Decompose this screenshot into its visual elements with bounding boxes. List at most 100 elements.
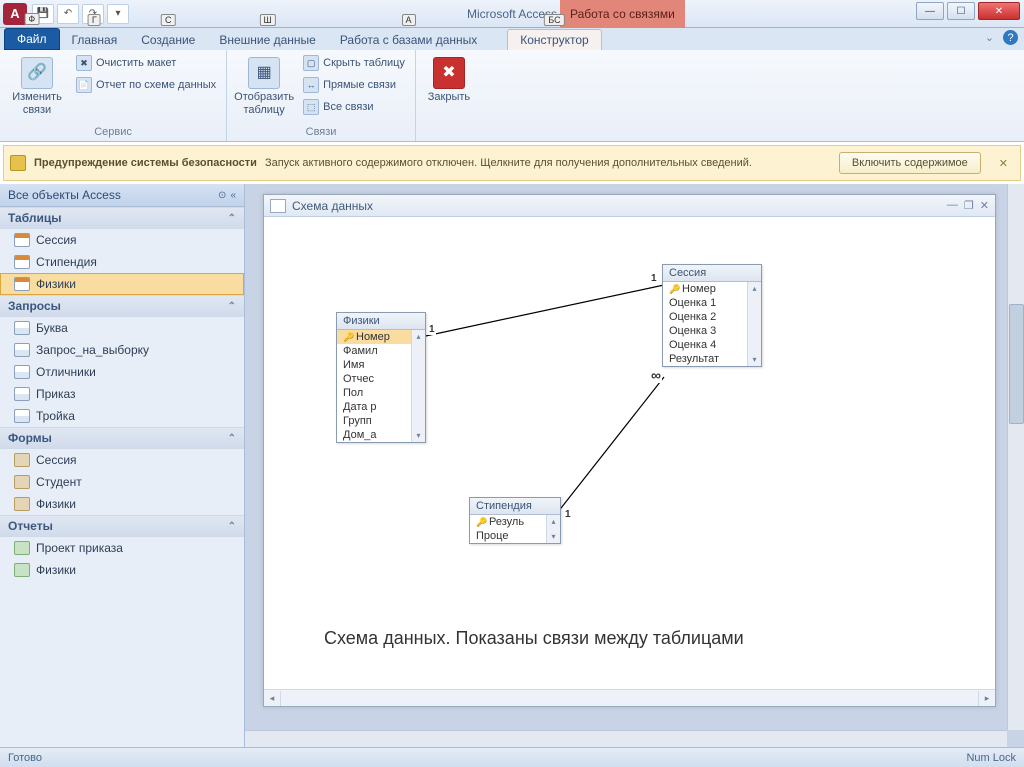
table-scrollbar[interactable]: ▴▾ <box>411 330 425 442</box>
document-title-bar[interactable]: Схема данных — ❐ ✕ <box>264 195 995 217</box>
show-table-icon: ▦ <box>248 57 280 89</box>
shield-icon <box>10 155 26 171</box>
nav-pane-header[interactable]: Все объекты Access ⊙« <box>0 184 244 207</box>
ribbon-group-close: ✖ Закрыть <box>416 50 482 141</box>
nav-item-form[interactable]: Студент <box>0 471 244 493</box>
report-icon: 📄 <box>76 77 92 93</box>
doc-restore-button[interactable]: ❐ <box>964 199 974 212</box>
qat-undo[interactable]: ↶ <box>57 4 79 24</box>
tab-file[interactable]: ФФайл <box>4 28 60 50</box>
table-icon <box>14 277 30 291</box>
show-table-button[interactable]: ▦ Отобразить таблицу <box>233 53 295 120</box>
ribbon-group-tools: 🔗 Изменить связи ✖Очистить макет 📄Отчет … <box>0 50 227 141</box>
ribbon-tabs: ФФайл ГГлавная ССоздание ШВнешние данные… <box>0 28 1024 50</box>
tab-create[interactable]: ССоздание <box>129 30 207 50</box>
nav-item-table[interactable]: Стипендия <box>0 251 244 273</box>
nav-item-query[interactable]: Запрос_на_выборку <box>0 339 244 361</box>
mdi-h-scrollbar[interactable] <box>245 730 1007 747</box>
clear-layout-icon: ✖ <box>76 55 92 71</box>
tab-external[interactable]: ШВнешние данные <box>207 30 328 50</box>
relationships-canvas[interactable]: Физики Номер Фамил Имя Отчес Пол Дата р … <box>264 217 995 689</box>
query-icon <box>14 321 30 335</box>
tab-dbtools[interactable]: АРабота с базами данных <box>328 30 489 50</box>
table-box-fiziki[interactable]: Физики Номер Фамил Имя Отчес Пол Дата р … <box>336 312 426 443</box>
table-box-session[interactable]: Сессия Номер Оценка 1 Оценка 2 Оценка 3 … <box>662 264 762 367</box>
hide-table-button[interactable]: ▢Скрыть таблицу <box>299 53 409 73</box>
nav-section-forms[interactable]: Формы⌃ <box>0 427 244 449</box>
all-relationships-button[interactable]: ⬚Все связи <box>299 97 409 117</box>
security-heading: Предупреждение системы безопасности <box>34 157 257 169</box>
edit-relationships-icon: 🔗 <box>21 57 53 89</box>
scrollbar-thumb[interactable] <box>1009 304 1024 424</box>
close-designer-button[interactable]: ✖ Закрыть <box>422 53 476 108</box>
relationship-label-one: 1 <box>428 324 436 335</box>
query-icon <box>14 387 30 401</box>
nav-item-form[interactable]: Сессия <box>0 449 244 471</box>
nav-item-table[interactable]: Сессия <box>0 229 244 251</box>
navigation-pane: Все объекты Access ⊙« Таблицы⌃ Сессия Ст… <box>0 184 245 747</box>
close-button[interactable]: ✕ <box>978 2 1020 20</box>
nav-section-reports[interactable]: Отчеты⌃ <box>0 515 244 537</box>
status-text: Готово <box>8 752 42 764</box>
scroll-left-icon[interactable]: ◂ <box>264 691 281 706</box>
clear-layout-button[interactable]: ✖Очистить макет <box>72 53 220 73</box>
edit-relationships-button[interactable]: 🔗 Изменить связи <box>6 53 68 120</box>
direct-relationships-button[interactable]: ↔Прямые связи <box>299 75 409 95</box>
report-icon <box>14 563 30 577</box>
ribbon-group-relationships: ▦ Отобразить таблицу ▢Скрыть таблицу ↔Пр… <box>227 50 416 141</box>
relationship-label-one: 1 <box>564 509 572 520</box>
relationship-label-one: 1 <box>650 273 658 284</box>
relationships-icon <box>270 199 286 213</box>
scroll-right-icon[interactable]: ▸ <box>978 691 995 706</box>
nav-item-table[interactable]: Физики <box>0 273 244 295</box>
relationship-lines <box>264 217 995 689</box>
nav-section-queries[interactable]: Запросы⌃ <box>0 295 244 317</box>
nav-item-query[interactable]: Приказ <box>0 383 244 405</box>
report-icon <box>14 541 30 555</box>
nav-item-report[interactable]: Физики <box>0 559 244 581</box>
doc-minimize-button[interactable]: — <box>947 199 958 212</box>
nav-item-form[interactable]: Физики <box>0 493 244 515</box>
nav-item-query[interactable]: Тройка <box>0 405 244 427</box>
table-scrollbar[interactable]: ▴▾ <box>747 282 761 366</box>
query-icon <box>14 365 30 379</box>
tab-designer[interactable]: БСКонструктор <box>507 29 601 50</box>
nav-section-tables[interactable]: Таблицы⌃ <box>0 207 244 229</box>
contextual-tab-title: Работа со связями <box>560 0 685 28</box>
help-icon[interactable]: ? <box>1003 30 1018 45</box>
query-icon <box>14 409 30 423</box>
workspace: Все объекты Access ⊙« Таблицы⌃ Сессия Ст… <box>0 184 1024 747</box>
ribbon-minimize-icon[interactable]: ⌄ <box>982 30 997 45</box>
chevron-up-icon: ⌃ <box>228 301 236 312</box>
chevron-up-icon: ⌃ <box>228 521 236 532</box>
qat-customize[interactable]: ▾ <box>107 4 129 24</box>
direct-rel-icon: ↔ <box>303 77 319 93</box>
tab-home[interactable]: ГГлавная <box>60 30 130 50</box>
table-scrollbar[interactable]: ▴▾ <box>546 515 560 543</box>
status-numlock: Num Lock <box>966 752 1016 764</box>
maximize-button[interactable]: ☐ <box>947 2 975 20</box>
nav-item-query[interactable]: Буква <box>0 317 244 339</box>
security-close-button[interactable]: ✕ <box>993 157 1014 170</box>
nav-collapse-icon[interactable]: « <box>230 190 236 201</box>
nav-item-query[interactable]: Отличники <box>0 361 244 383</box>
title-bar: A 💾 ↶ ↷ ▾ Microsoft Access Работа со свя… <box>0 0 1024 28</box>
query-icon <box>14 343 30 357</box>
chevron-up-icon: ⌃ <box>228 433 236 444</box>
relationship-label-infinity: ∞ <box>650 367 662 383</box>
mdi-v-scrollbar[interactable] <box>1007 184 1024 730</box>
enable-content-button[interactable]: Включить содержимое <box>839 152 981 174</box>
nav-item-report[interactable]: Проект приказа <box>0 537 244 559</box>
security-warning-bar: Предупреждение системы безопасности Запу… <box>3 145 1021 181</box>
hide-table-icon: ▢ <box>303 55 319 71</box>
table-icon <box>14 255 30 269</box>
relationship-report-button[interactable]: 📄Отчет по схеме данных <box>72 75 220 95</box>
minimize-button[interactable]: — <box>916 2 944 20</box>
doc-close-button[interactable]: ✕ <box>980 199 989 212</box>
document-h-scrollbar[interactable]: ◂ ▸ <box>264 689 995 706</box>
table-box-stipendia[interactable]: Стипендия Резуль Проце ▴▾ <box>469 497 561 544</box>
table-icon <box>14 233 30 247</box>
nav-search-icon[interactable]: ⊙ <box>218 190 226 201</box>
form-icon <box>14 453 30 467</box>
relationships-window[interactable]: Схема данных — ❐ ✕ Физики Номер Ф <box>263 194 996 707</box>
